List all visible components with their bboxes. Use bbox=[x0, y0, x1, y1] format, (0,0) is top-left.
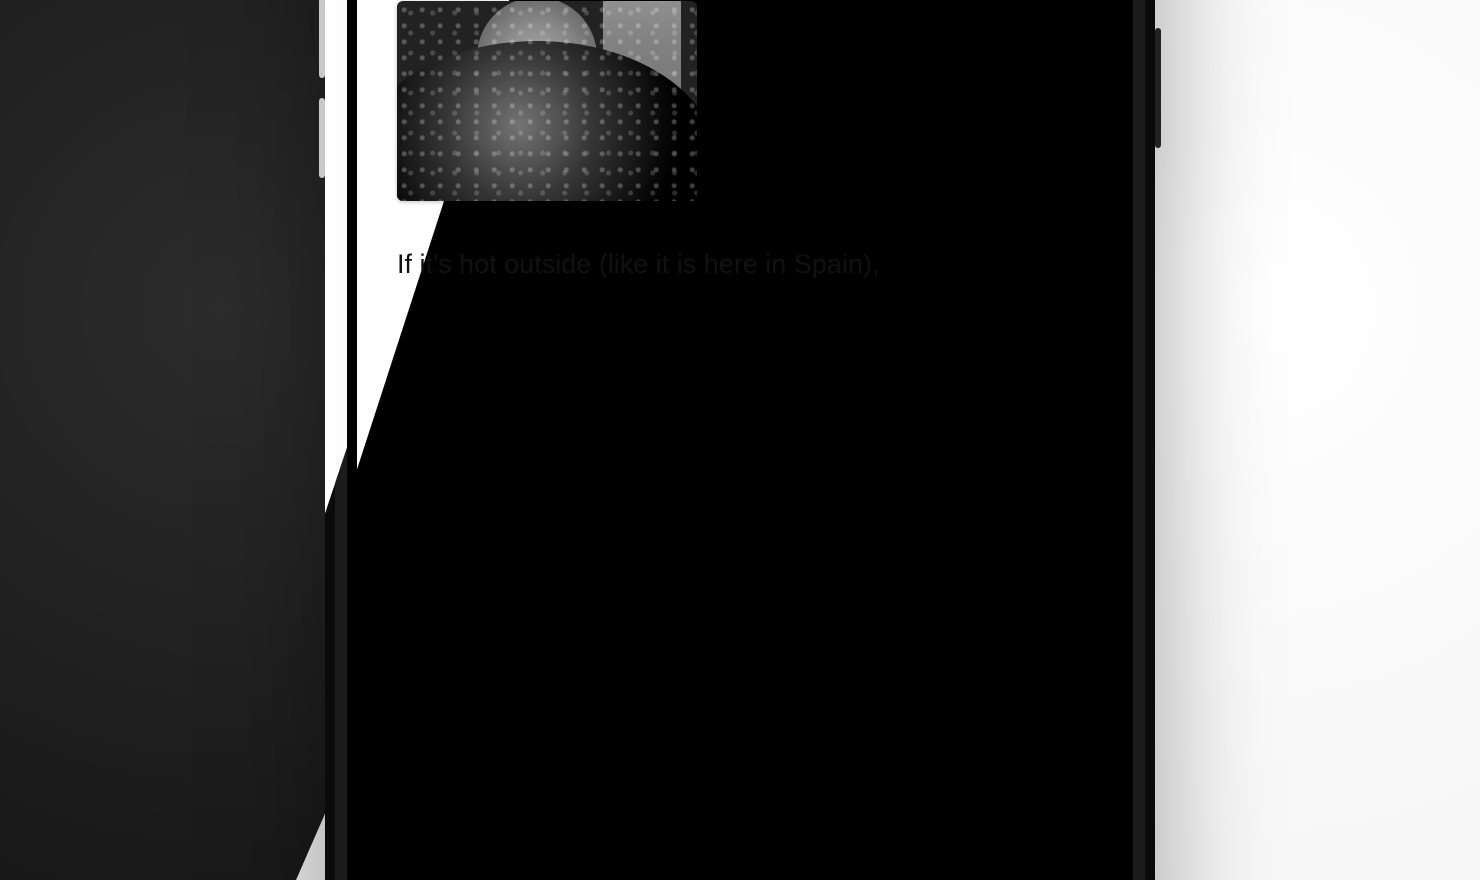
viewport: 9:41 Blog bbox=[0, 0, 1480, 880]
screen: 9:41 Blog bbox=[357, 0, 1123, 880]
volume-down bbox=[319, 98, 325, 178]
power-button bbox=[1155, 28, 1161, 148]
note-body[interactable]: If it's hot outside (like it is here in … bbox=[397, 245, 1083, 284]
note-content: # Green Salad With Roasted Walnuts, Goat… bbox=[357, 0, 1123, 880]
volume-up bbox=[319, 0, 325, 78]
phone-mockup: 9:41 Blog bbox=[325, 0, 1155, 880]
note-image[interactable] bbox=[397, 1, 697, 201]
image-detail-texture bbox=[397, 1, 697, 201]
